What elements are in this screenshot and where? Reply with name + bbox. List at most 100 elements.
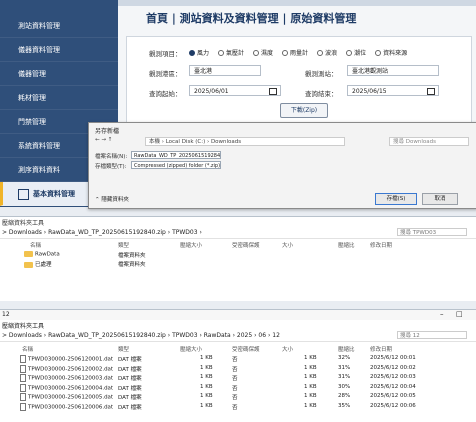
cancel-button[interactable]: 取消: [422, 193, 458, 205]
radio-humidity[interactable]: 濕度: [253, 48, 273, 57]
col-password[interactable]: 受密碼保護: [232, 345, 260, 353]
list-item[interactable]: TPWD030000-2506120001.dat: [20, 355, 113, 363]
nav-arrows-icon[interactable]: ← → ↑: [95, 137, 112, 143]
col-csize[interactable]: 壓縮大小: [180, 241, 202, 249]
file-icon: [20, 402, 26, 411]
col-size[interactable]: 大小: [282, 241, 293, 249]
col-name[interactable]: 名稱: [30, 241, 41, 249]
radio-source[interactable]: 資料來源: [375, 48, 407, 57]
category-radio-group: 風力 氣壓計 濕度 雨量計 波浪 潮位 資料來源: [189, 48, 407, 57]
sidebar-item-label: 系統資料管理: [18, 142, 60, 150]
titlebar: 12 – □: [0, 310, 476, 320]
col-csize[interactable]: 壓縮大小: [180, 345, 202, 353]
dialog-search[interactable]: 搜尋 Downloads: [389, 137, 469, 146]
save-dialog: 另存新檔 ← → ↑ 本機 › Local Disk (C:) › Downlo…: [88, 122, 476, 209]
type-select[interactable]: Compressed (zipped) folder (*.zip): [131, 161, 221, 169]
col-type[interactable]: 類型: [118, 241, 129, 249]
radio-dot: [346, 49, 353, 56]
row-size: 1 KB: [304, 402, 317, 409]
radio-dot: [375, 49, 382, 56]
row-csize: 1 KB: [200, 364, 213, 371]
col-ratio[interactable]: 壓縮比: [338, 241, 355, 249]
row-size: 1 KB: [304, 355, 317, 361]
row-date: 2025/6/12 00:05: [370, 393, 416, 399]
sidebar-item-instrument-data[interactable]: 儀器資料管理: [0, 38, 118, 62]
row-type: DAT 檔案: [118, 366, 142, 373]
category-label: 觀測項目：: [149, 50, 182, 58]
row-type: DAT 檔案: [118, 385, 142, 392]
minimize-icon[interactable]: –: [440, 310, 444, 318]
row-date: 2025/6/12 00:04: [370, 383, 416, 390]
explorer-title: 12: [2, 311, 10, 318]
row-date: 2025/6/12 00:06: [370, 402, 416, 409]
col-ratio[interactable]: 壓縮比: [338, 345, 355, 353]
sidebar-item-station[interactable]: 測站資料管理: [0, 14, 118, 38]
row-ratio: 31%: [338, 374, 351, 380]
sidebar-item-label: 儀器資料管理: [18, 46, 60, 54]
point-select[interactable]: 臺北港觀測站: [347, 65, 439, 76]
maximize-icon[interactable]: □: [456, 310, 463, 318]
address-bar[interactable]: > Downloads › RawData_WD_TP_202506151928…: [0, 227, 476, 239]
end-date-input[interactable]: 2025/06/15: [347, 85, 439, 96]
radio-pressure[interactable]: 氣壓計: [218, 48, 244, 57]
row-ratio: 35%: [338, 402, 351, 409]
col-password[interactable]: 受密碼保護: [232, 241, 260, 249]
breadcrumb: 首頁 | 測站資料及資料管理 | 原始資料管理: [146, 12, 357, 25]
explorer-window-2: 12 – □ 壓縮資料夾工具 > Downloads › RawData_WD_…: [0, 309, 476, 422]
sidebar-item-instrument[interactable]: 儀器管理: [0, 62, 118, 86]
row-type: DAT 檔案: [118, 395, 142, 401]
radio-tide[interactable]: 潮位: [346, 48, 366, 57]
row-date: 2025/6/12 00:01: [370, 355, 416, 361]
row-date: 2025/6/12 00:02: [370, 364, 416, 371]
address-path[interactable]: > Downloads › RawData_WD_TP_202506151928…: [2, 227, 202, 238]
row-ratio: 28%: [338, 393, 351, 399]
station-select[interactable]: 臺北港: [189, 65, 261, 76]
search-input[interactable]: 搜尋 12: [397, 331, 467, 339]
row-size: 1 KB: [304, 393, 317, 399]
col-type[interactable]: 類型: [118, 345, 129, 353]
search-input[interactable]: 搜尋 TPWD03: [397, 228, 467, 236]
list-item[interactable]: TPWD030000-2506120006.dat: [20, 402, 113, 411]
row-csize: 1 KB: [200, 383, 213, 390]
folder-icon: [24, 261, 33, 268]
row-type: 檔案資料夾: [118, 262, 146, 268]
filename-input[interactable]: RawData_WD_TP_20250615192840.zip: [131, 151, 221, 159]
filter-panel: 觀測項目： 風力 氣壓計 濕度 雨量計 波浪 潮位 資料來源 觀測港區： 臺北港…: [126, 36, 472, 128]
sidebar-item-label: 門禁管理: [18, 118, 46, 126]
calendar-icon[interactable]: [427, 88, 435, 95]
row-date: 2025/6/12 00:03: [370, 374, 416, 380]
radio-rain[interactable]: 雨量計: [282, 48, 308, 57]
hide-folders-toggle[interactable]: ⌃ 隱藏資料夾: [95, 195, 129, 203]
row-ratio: 30%: [338, 383, 351, 390]
start-label: 查詢起始：: [149, 90, 182, 98]
row-csize: 1 KB: [200, 355, 213, 361]
radio-wave[interactable]: 波浪: [317, 48, 337, 57]
col-size[interactable]: 大小: [282, 345, 293, 353]
sidebar-item-consumables[interactable]: 耗材管理: [0, 86, 118, 110]
list-item[interactable]: TPWD030000-2506120002.dat: [20, 364, 113, 373]
explorer-window-1: 壓縮資料夾工具 > Downloads › RawData_WD_TP_2025…: [0, 216, 476, 301]
point-label: 觀測測站：: [305, 70, 338, 78]
dialog-path[interactable]: 本機 › Local Disk (C:) › Downloads: [145, 137, 345, 146]
calendar-icon[interactable]: [269, 88, 277, 95]
col-name[interactable]: 名稱: [22, 345, 33, 353]
address-bar[interactable]: > Downloads › RawData_WD_TP_202506151928…: [0, 330, 476, 342]
header-strip: [118, 0, 476, 6]
list-item[interactable]: TPWD030000-2506120003.dat: [20, 374, 113, 382]
radio-wind[interactable]: 風力: [189, 48, 209, 57]
radio-dot: [253, 49, 260, 56]
row-csize: 1 KB: [200, 374, 213, 380]
download-button[interactable]: 下載(Zip): [280, 103, 328, 118]
address-path[interactable]: > Downloads › RawData_WD_TP_202506151928…: [2, 330, 280, 341]
start-date-input[interactable]: 2025/06/01: [189, 85, 281, 96]
list-item[interactable]: TPWD030000-2506120004.dat: [20, 383, 113, 392]
list-item[interactable]: TPWD030000-2506120005.dat: [20, 393, 113, 401]
list-item[interactable]: 已處理: [24, 260, 52, 268]
col-date[interactable]: 修改日期: [370, 241, 392, 249]
list-item[interactable]: RawData: [24, 251, 60, 258]
sidebar-item-label: 測站資料管理: [18, 22, 60, 30]
row-csize: 1 KB: [200, 393, 213, 399]
save-button[interactable]: 存檔(S): [375, 193, 417, 205]
explorer-title: 壓縮資料夾工具: [2, 220, 45, 227]
col-date[interactable]: 修改日期: [370, 345, 392, 353]
